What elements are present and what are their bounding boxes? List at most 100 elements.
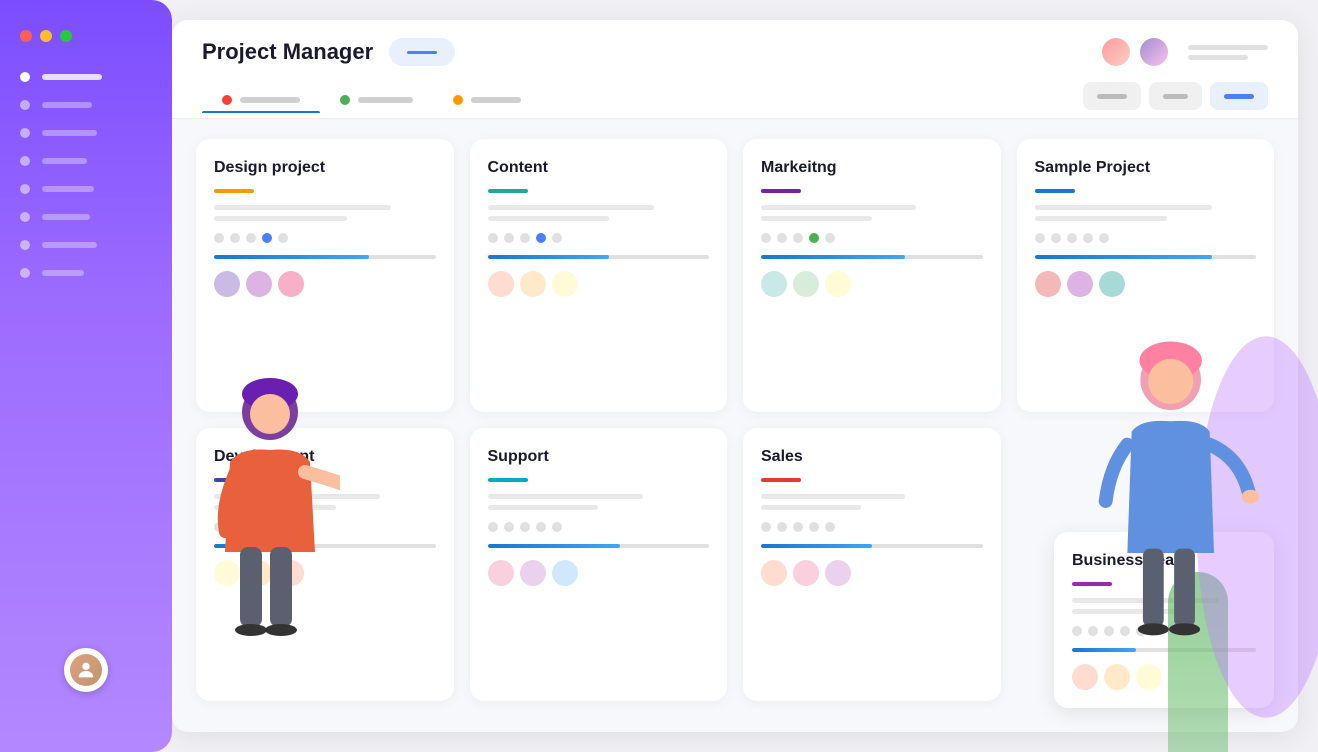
desc-line-2 xyxy=(761,216,872,221)
tab-1[interactable] xyxy=(320,87,433,113)
maximize-dot[interactable] xyxy=(60,30,72,42)
avatar xyxy=(1035,271,1061,297)
card-business-team[interactable]: Business Team xyxy=(1054,532,1274,708)
sidebar-item-5[interactable] xyxy=(20,212,152,222)
card-avatars-sales xyxy=(761,560,983,586)
dot xyxy=(761,233,771,243)
user-avatar[interactable] xyxy=(64,648,108,692)
card-progress-design xyxy=(214,255,436,259)
tab-dot-1 xyxy=(340,95,350,105)
desc-line-1 xyxy=(214,494,380,499)
dot xyxy=(1051,233,1061,243)
card-desc-business xyxy=(1072,598,1256,614)
close-dot[interactable] xyxy=(20,30,32,42)
action-line-1 xyxy=(1163,94,1188,99)
card-marketing[interactable]: Markeitng xyxy=(743,139,1001,412)
card-title-sales: Sales xyxy=(761,448,983,466)
sidebar-item-3[interactable] xyxy=(20,156,152,166)
dot xyxy=(488,233,498,243)
card-sales[interactable]: Sales xyxy=(743,428,1001,701)
header-line-1 xyxy=(1188,45,1268,50)
card-development[interactable]: Development xyxy=(196,428,454,701)
header-avatar-1[interactable] xyxy=(1102,38,1130,66)
sidebar-item-1[interactable] xyxy=(20,100,152,110)
action-line-2 xyxy=(1224,94,1254,99)
header-left: Project Manager xyxy=(202,38,455,66)
header-top: Project Manager xyxy=(202,38,1268,66)
sidebar-item-6[interactable] xyxy=(20,240,152,250)
desc-line-1 xyxy=(761,494,905,499)
avatar xyxy=(1099,271,1125,297)
dot xyxy=(520,233,530,243)
dot xyxy=(1120,626,1130,636)
header-info-lines xyxy=(1188,45,1268,60)
card-progress-content xyxy=(488,255,710,259)
sidebar-item-2[interactable] xyxy=(20,128,152,138)
dot xyxy=(278,522,288,532)
tab-label-1 xyxy=(358,97,413,103)
dot-active xyxy=(262,522,272,532)
header-right xyxy=(1102,38,1268,66)
dot xyxy=(504,522,514,532)
dot xyxy=(246,233,256,243)
card-title-sample: Sample Project xyxy=(1035,159,1257,177)
dot xyxy=(536,522,546,532)
progress-bar xyxy=(488,255,610,259)
window-controls xyxy=(0,30,172,72)
card-desc-content xyxy=(488,205,710,221)
avatar xyxy=(246,560,272,586)
dot-active xyxy=(536,233,546,243)
tab-0[interactable] xyxy=(202,87,320,113)
desc-line-2 xyxy=(214,505,336,510)
avatar xyxy=(793,271,819,297)
avatar xyxy=(1067,271,1093,297)
desc-line-1 xyxy=(214,205,391,210)
progress-bar xyxy=(214,255,369,259)
dot xyxy=(520,522,530,532)
card-desc-sample xyxy=(1035,205,1257,221)
progress-bar xyxy=(1072,648,1136,652)
dot xyxy=(214,522,224,532)
card-accent-sales xyxy=(761,478,801,482)
tabs-bar xyxy=(202,82,1268,118)
header-tag[interactable] xyxy=(389,38,455,66)
header: Project Manager xyxy=(172,20,1298,119)
sidebar-item-4[interactable] xyxy=(20,184,152,194)
card-progress-sample xyxy=(1035,255,1257,259)
tab-action-btn-2[interactable] xyxy=(1210,82,1268,110)
dot xyxy=(777,233,787,243)
card-avatars-sample xyxy=(1035,271,1257,297)
dot xyxy=(230,233,240,243)
header-avatar-2[interactable] xyxy=(1140,38,1168,66)
sidebar-item-0[interactable] xyxy=(20,72,152,82)
card-accent-marketing xyxy=(761,189,801,193)
card-sample[interactable]: Sample Project xyxy=(1017,139,1275,412)
card-desc-development xyxy=(214,494,436,510)
main-window: Project Manager xyxy=(172,20,1298,732)
card-progress-support xyxy=(488,544,710,548)
tab-action-btn-0[interactable] xyxy=(1083,82,1141,110)
card-title-design: Design project xyxy=(214,159,436,177)
card-support[interactable]: Support xyxy=(470,428,728,701)
dot xyxy=(504,233,514,243)
action-line-0 xyxy=(1097,94,1127,99)
header-line-2 xyxy=(1188,55,1248,60)
card-dots-content xyxy=(488,233,710,243)
avatar xyxy=(214,271,240,297)
card-content[interactable]: Content xyxy=(470,139,728,412)
progress-bar xyxy=(488,544,621,548)
desc-line-2 xyxy=(214,216,347,221)
card-design[interactable]: Design project xyxy=(196,139,454,412)
avatar xyxy=(1104,664,1130,690)
tab-action-btn-1[interactable] xyxy=(1149,82,1202,110)
tab-2[interactable] xyxy=(433,87,541,113)
minimize-dot[interactable] xyxy=(40,30,52,42)
card-avatars-content xyxy=(488,271,710,297)
desc-line-1 xyxy=(761,205,916,210)
card-desc-sales xyxy=(761,494,983,510)
card-dots-development xyxy=(214,522,436,532)
dot xyxy=(793,233,803,243)
sidebar-item-7[interactable] xyxy=(20,268,152,278)
card-avatars-business xyxy=(1072,664,1256,690)
sidebar-label-line xyxy=(42,74,102,80)
